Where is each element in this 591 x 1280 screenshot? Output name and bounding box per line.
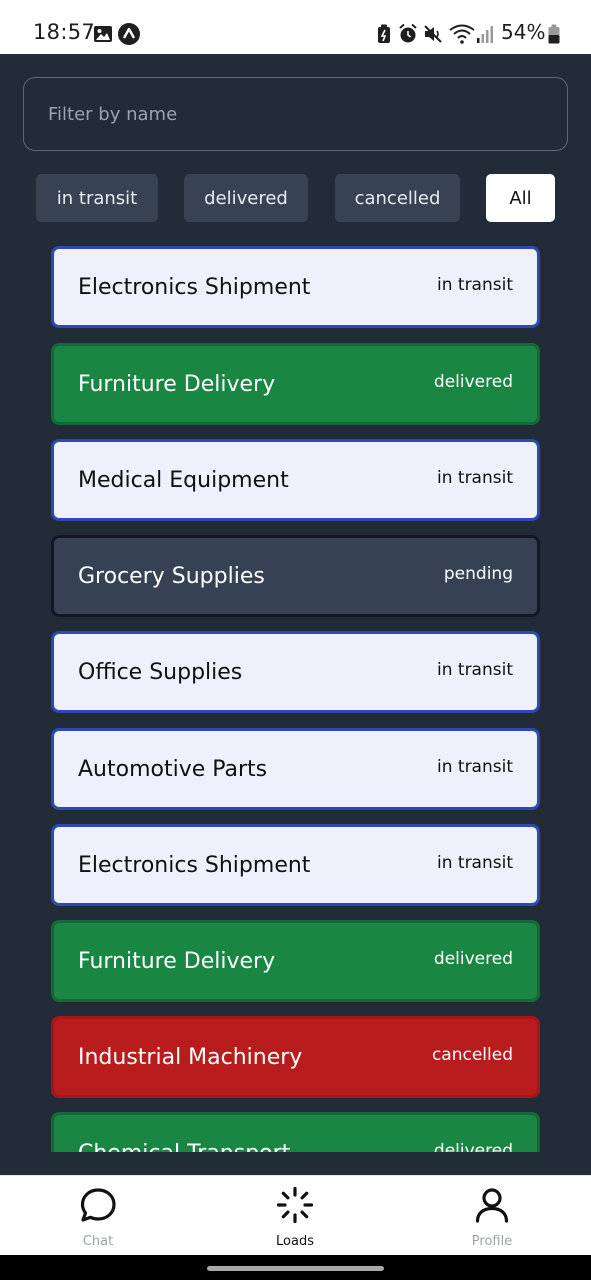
load-status: in transit (437, 660, 513, 680)
user-icon (473, 1186, 511, 1228)
load-status: in transit (437, 757, 513, 777)
filter-chip-all[interactable]: All (486, 174, 555, 222)
load-name: Automotive Parts (78, 756, 268, 782)
load-card[interactable]: Furniture Delivery delivered (51, 920, 540, 1002)
filter-chip-label: All (509, 187, 532, 209)
load-status: delivered (433, 372, 513, 392)
filter-chip-label: delivered (204, 187, 288, 209)
filter-chip-label: cancelled (354, 187, 441, 209)
wifi-icon (449, 24, 475, 48)
load-card[interactable]: Office Supplies in transit (51, 631, 540, 713)
gallery-icon (93, 24, 113, 48)
load-name: Electronics Shipment (78, 852, 311, 878)
status-time: 18:57 (33, 20, 96, 44)
battery-saver-icon (377, 24, 391, 48)
load-name: Industrial Machinery (78, 1044, 303, 1070)
loads-list[interactable]: Electronics Shipment in transit Furnitur… (0, 244, 591, 1152)
load-card[interactable]: Grocery Supplies pending (51, 535, 540, 617)
load-status: pending (443, 564, 513, 584)
battery-icon (548, 24, 560, 48)
nav-tab-chat[interactable]: Chat (38, 1186, 158, 1249)
nav-tab-profile[interactable]: Profile (432, 1186, 552, 1249)
nav-tab-label: Profile (471, 1234, 513, 1249)
nav-tab-label: Chat (82, 1234, 114, 1249)
app-a-icon (118, 23, 140, 49)
load-status: in transit (437, 853, 513, 873)
load-status: delivered (433, 949, 513, 969)
filter-chip-label: in transit (56, 187, 138, 209)
load-status: cancelled (431, 1045, 513, 1065)
load-card[interactable]: Electronics Shipment in transit (51, 246, 540, 328)
filter-chip-cancelled[interactable]: cancelled (335, 174, 460, 222)
system-gesture-bar (0, 1255, 591, 1280)
load-card[interactable]: Automotive Parts in transit (51, 728, 540, 810)
loads-screen: in transit delivered cancelled All Elect… (0, 54, 591, 1175)
load-card[interactable]: Furniture Delivery delivered (51, 343, 540, 425)
nav-tab-loads[interactable]: Loads (235, 1186, 355, 1249)
nav-tab-label: Loads (276, 1234, 314, 1249)
filter-by-name-input[interactable] (24, 78, 567, 150)
load-status: in transit (437, 468, 513, 488)
home-gesture-handle[interactable] (207, 1266, 384, 1271)
load-name: Electronics Shipment (78, 274, 311, 300)
load-card[interactable]: Industrial Machinery cancelled (51, 1016, 540, 1098)
load-card[interactable]: Chemical Transport delivered (51, 1112, 540, 1152)
filter-chip-in-transit[interactable]: in transit (36, 174, 158, 222)
mute-icon (423, 24, 443, 48)
load-card[interactable]: Electronics Shipment in transit (51, 824, 540, 906)
load-status: delivered (433, 1141, 513, 1152)
alarm-icon (398, 23, 418, 48)
status-bar: 18:57 54% (0, 0, 591, 54)
filter-search-field[interactable] (23, 77, 568, 151)
load-name: Furniture Delivery (78, 948, 276, 974)
load-card[interactable]: Medical Equipment in transit (51, 439, 540, 521)
load-name: Office Supplies (78, 659, 243, 685)
load-status: in transit (437, 275, 513, 295)
chat-bubble-icon (79, 1186, 117, 1228)
load-name: Grocery Supplies (78, 563, 265, 589)
signal-icon (476, 24, 494, 48)
bottom-navigation: Chat Loads Profile (0, 1175, 591, 1255)
load-name: Medical Equipment (78, 467, 289, 493)
load-name: Chemical Transport (78, 1141, 290, 1153)
load-name: Furniture Delivery (78, 371, 276, 397)
filter-chip-delivered[interactable]: delivered (184, 174, 308, 222)
battery-percent: 54% (501, 20, 546, 44)
loader-icon (276, 1186, 314, 1228)
